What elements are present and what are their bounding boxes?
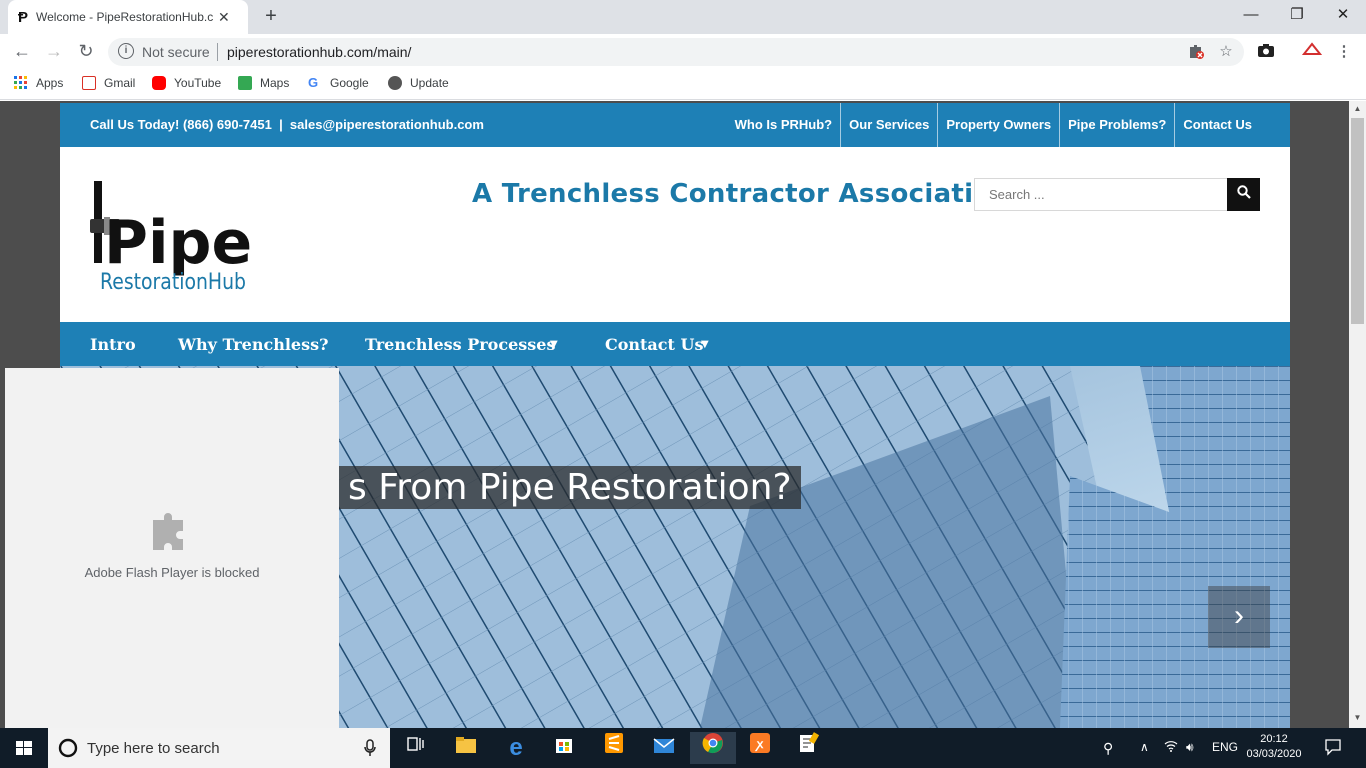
nav-why-trenchless[interactable]: Why Trenchless? bbox=[178, 335, 328, 354]
scroll-down-icon[interactable]: ▼ bbox=[1351, 713, 1364, 725]
topnav-our-services[interactable]: Our Services bbox=[840, 103, 937, 147]
plugin-blocked-icon[interactable] bbox=[1186, 42, 1206, 62]
apps-grid-icon bbox=[14, 76, 28, 90]
topnav-contact-us[interactable]: Contact Us bbox=[1174, 103, 1260, 147]
microphone-icon[interactable] bbox=[364, 739, 376, 757]
bookmark-label: YouTube bbox=[174, 76, 222, 90]
site-header: Pipe RestorationHub A Trenchless Contrac… bbox=[60, 147, 1290, 322]
menu-kebab-icon[interactable]: ⋮ bbox=[1334, 42, 1354, 62]
contact-info[interactable]: Call Us Today! (866) 690-7451 | sales@pi… bbox=[90, 117, 484, 132]
bookmark-label: Update bbox=[410, 76, 449, 90]
gmail-icon bbox=[82, 76, 96, 90]
cortana-search-icon bbox=[58, 738, 78, 758]
puzzle-plugin-icon bbox=[153, 513, 183, 550]
address-divider bbox=[217, 43, 218, 61]
reload-icon[interactable]: ↻ bbox=[74, 40, 98, 64]
nav-intro[interactable]: Intro bbox=[90, 335, 136, 354]
bookmark-apps[interactable]: Apps bbox=[14, 76, 63, 90]
bookmark-youtube[interactable]: YouTube bbox=[152, 76, 221, 90]
bookmark-label: Gmail bbox=[104, 76, 136, 90]
top-nav: Who Is PRHub? Our Services Property Owne… bbox=[727, 103, 1260, 147]
camera-extension-icon[interactable] bbox=[1256, 42, 1276, 62]
site-favicon-icon: Ᵽ bbox=[18, 8, 29, 26]
windows-logo-icon bbox=[16, 741, 32, 755]
tray-chevron-up-icon[interactable]: ∧ bbox=[1140, 740, 1149, 754]
topnav-pipe-problems[interactable]: Pipe Problems? bbox=[1059, 103, 1174, 147]
slider-next-arrow-icon[interactable]: › bbox=[1208, 586, 1270, 648]
site-logo[interactable]: Pipe RestorationHub bbox=[90, 179, 252, 295]
bookmark-star-icon[interactable]: ☆ bbox=[1216, 42, 1236, 62]
logo-text-top: Pipe bbox=[104, 208, 250, 278]
file-explorer-icon[interactable] bbox=[446, 732, 486, 764]
site-search-button[interactable] bbox=[1227, 178, 1260, 211]
sublime-text-icon[interactable] bbox=[594, 732, 634, 764]
start-button[interactable] bbox=[0, 728, 48, 768]
chevron-down-icon: ▼ bbox=[550, 339, 558, 350]
search-icon bbox=[1236, 185, 1251, 199]
nav-contact-us[interactable]: Contact Us bbox=[605, 335, 703, 354]
tab-title: Welcome - PipeRestorationHub.c bbox=[36, 10, 214, 24]
edge-browser-icon[interactable]: e bbox=[496, 732, 536, 764]
maps-icon bbox=[238, 76, 252, 90]
flash-blocked-placeholder[interactable]: Adobe Flash Player is blocked bbox=[5, 368, 339, 728]
scroll-up-icon[interactable]: ▲ bbox=[1351, 104, 1364, 116]
site-tagline: A Trenchless Contractor Association bbox=[472, 179, 1011, 209]
taskbar-search-placeholder: Type here to search bbox=[87, 739, 220, 757]
task-view-icon[interactable] bbox=[396, 732, 436, 764]
google-icon: G bbox=[308, 75, 319, 90]
site-search-input[interactable]: Search ... bbox=[974, 178, 1228, 211]
site-topbar: Call Us Today! (866) 690-7451 | sales@pi… bbox=[60, 103, 1290, 147]
taskbar-search-box[interactable]: Type here to search bbox=[48, 728, 390, 768]
globe-icon bbox=[388, 76, 402, 90]
logo-text-bottom: RestorationHub bbox=[100, 270, 246, 291]
bookmark-label: Maps bbox=[260, 76, 290, 90]
clock-time: 20:12 bbox=[1260, 733, 1288, 745]
people-icon[interactable]: ⚲ bbox=[1103, 740, 1113, 757]
nav-trenchless-processes[interactable]: Trenchless Processes bbox=[365, 335, 555, 354]
bookmark-update[interactable]: Update bbox=[388, 76, 449, 90]
chrome-icon[interactable] bbox=[690, 732, 736, 764]
tab-close-icon[interactable]: ✕ bbox=[218, 9, 230, 26]
bookmark-label: Google bbox=[330, 76, 369, 90]
extension-icon[interactable] bbox=[1301, 42, 1323, 62]
info-icon[interactable]: i bbox=[118, 43, 134, 59]
wifi-icon[interactable] bbox=[1164, 740, 1178, 755]
bookmark-gmail[interactable]: Gmail bbox=[82, 76, 135, 90]
volume-icon[interactable]: 🔊︎ bbox=[1186, 740, 1194, 755]
hero-caption: s From Pipe Restoration? bbox=[339, 466, 801, 509]
browser-tab[interactable]: Ᵽ Welcome - PipeRestorationHub.c ✕ bbox=[8, 0, 248, 34]
store-icon[interactable] bbox=[544, 732, 584, 764]
window-close-icon[interactable]: ✕ bbox=[1320, 4, 1366, 30]
language-indicator[interactable]: ENG bbox=[1212, 740, 1238, 754]
mail-icon[interactable] bbox=[644, 732, 684, 764]
scrollbar-thumb[interactable] bbox=[1351, 118, 1364, 324]
minimize-icon[interactable]: — bbox=[1228, 4, 1274, 30]
topnav-who-is-prhub[interactable]: Who Is PRHub? bbox=[727, 103, 841, 147]
notification-center-icon[interactable] bbox=[1324, 738, 1342, 759]
back-arrow-icon[interactable]: ← bbox=[10, 40, 34, 64]
flash-blocked-message: Adobe Flash Player is blocked bbox=[84, 565, 260, 580]
bookmark-label: Apps bbox=[36, 76, 64, 90]
url-text[interactable]: piperestorationhub.com/main/ bbox=[227, 44, 411, 60]
main-nav: Intro Why Trenchless? Trenchless Process… bbox=[60, 322, 1290, 366]
restore-icon[interactable]: ❐ bbox=[1274, 4, 1320, 30]
xampp-icon[interactable]: ꭗ bbox=[740, 732, 780, 764]
new-tab-button[interactable]: + bbox=[258, 4, 284, 30]
youtube-icon bbox=[152, 76, 166, 90]
topnav-property-owners[interactable]: Property Owners bbox=[937, 103, 1059, 147]
bookmark-google[interactable]: G Google bbox=[308, 75, 369, 91]
clock-date: 03/03/2020 bbox=[1246, 748, 1302, 760]
notepad-app-icon[interactable] bbox=[788, 732, 828, 764]
bookmark-maps[interactable]: Maps bbox=[238, 76, 289, 90]
forward-arrow-icon[interactable]: → bbox=[42, 40, 66, 64]
system-clock[interactable]: 20:12 03/03/2020 bbox=[1244, 732, 1304, 762]
security-status[interactable]: Not secure bbox=[142, 44, 210, 60]
chevron-down-icon: ▼ bbox=[701, 339, 709, 350]
